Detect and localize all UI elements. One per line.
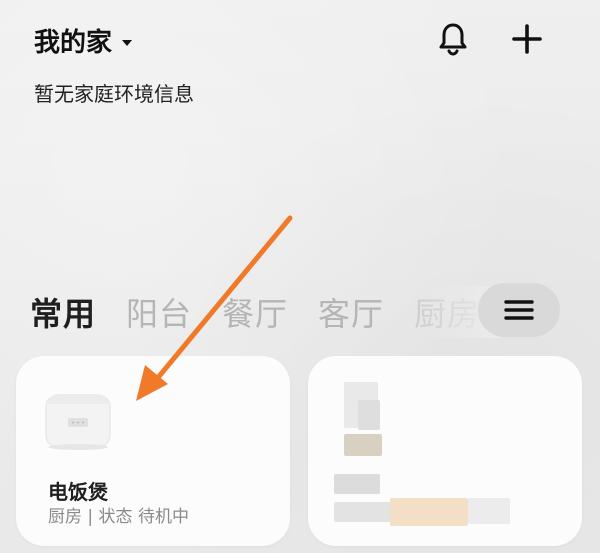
tab-dining[interactable]: 餐厅: [222, 289, 288, 335]
blurred-content: [358, 400, 380, 430]
environment-info: 暂无家庭环境信息: [34, 82, 194, 106]
device-status: 厨房 | 状态 待机中: [48, 507, 189, 527]
tab-kitchen[interactable]: 厨房: [414, 289, 480, 335]
plus-icon[interactable]: [510, 22, 544, 56]
header: 我的家: [34, 18, 560, 62]
device-name: 电饭煲: [48, 480, 108, 504]
blurred-content: [468, 498, 510, 524]
blurred-content: [344, 434, 382, 456]
device-card-blurred[interactable]: [308, 356, 582, 546]
rice-cooker-icon: [45, 394, 111, 450]
menu-icon: [504, 300, 534, 320]
bell-icon[interactable]: [438, 22, 468, 56]
blurred-content: [390, 498, 468, 526]
tab-living-room[interactable]: 客厅: [318, 289, 384, 335]
room-tabs: 常用 阳台 餐厅 客厅 厨房: [30, 286, 500, 338]
home-selector[interactable]: 我的家: [34, 22, 133, 59]
chevron-down-icon: [122, 39, 133, 46]
blurred-content: [334, 474, 380, 494]
room-menu-button[interactable]: [478, 283, 560, 337]
tab-common[interactable]: 常用: [30, 289, 96, 335]
tab-balcony[interactable]: 阳台: [126, 289, 192, 335]
device-card-rice-cooker[interactable]: 电饭煲 厨房 | 状态 待机中: [16, 356, 290, 546]
home-name: 我的家: [34, 28, 113, 58]
